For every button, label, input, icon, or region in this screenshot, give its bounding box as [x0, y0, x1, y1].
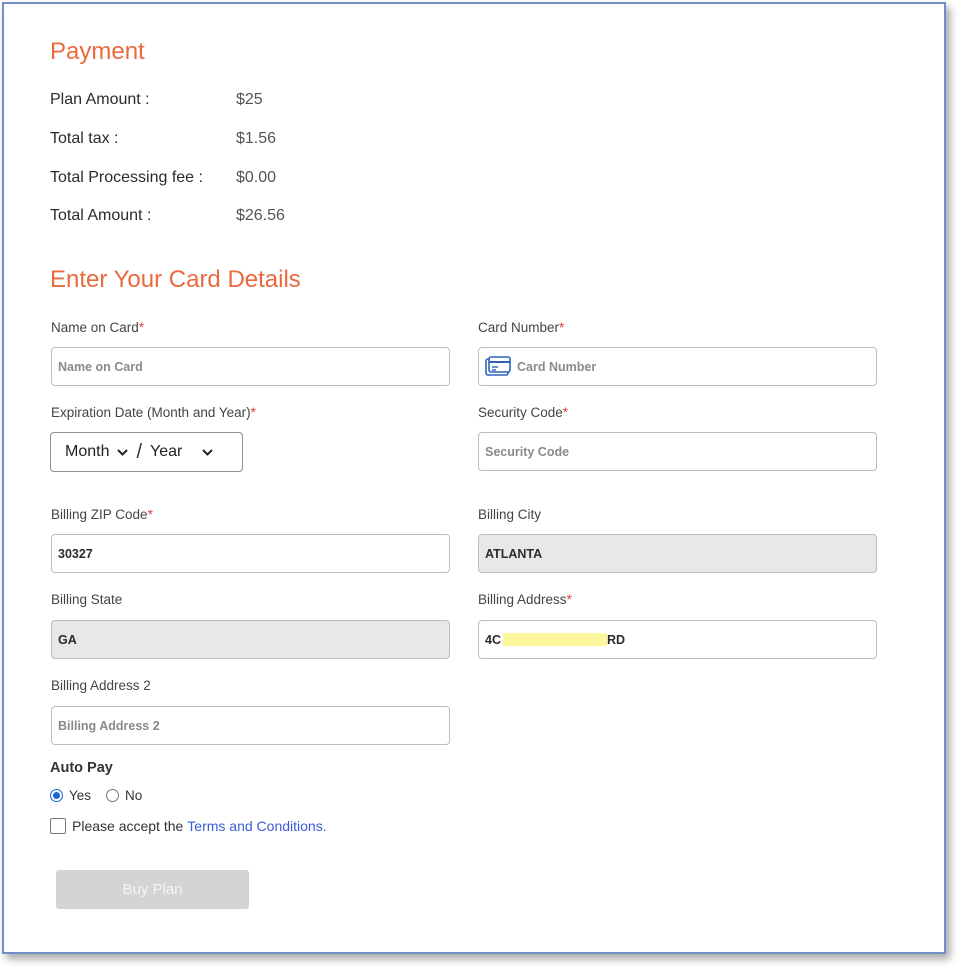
processing-fee-value: $0.00 — [236, 169, 277, 186]
auto-pay-yes-radio[interactable] — [50, 789, 63, 802]
auto-pay-no-radio[interactable] — [106, 789, 120, 802]
billing-zip-label-text: Billing ZIP Code — [51, 507, 148, 522]
required-mark: * — [147, 507, 153, 522]
security-code-label-text: Security Code — [478, 405, 563, 420]
total-amount-label: Total Amount : — [50, 207, 152, 224]
total-tax-label: Total tax : — [50, 130, 119, 147]
billing-address-input[interactable]: 4C RD — [478, 620, 877, 659]
security-code-label: Security Code* — [478, 405, 568, 420]
total-tax-row: Total tax : $1.56 — [50, 130, 276, 148]
auto-pay-title: Auto Pay — [50, 760, 113, 776]
required-mark: * — [559, 320, 565, 335]
billing-zip-input[interactable]: 30327 — [51, 534, 450, 573]
year-select[interactable]: Year — [150, 443, 214, 461]
security-code-placeholder: Security Code — [485, 444, 570, 459]
payment-title: Payment — [50, 38, 145, 65]
terms-row: Please accept the Terms and Conditions. — [50, 818, 327, 834]
auto-pay-options: Yes No — [50, 788, 142, 803]
security-code-input[interactable]: Security Code — [478, 432, 877, 471]
billing-address-2-placeholder: Billing Address 2 — [58, 718, 160, 733]
billing-address-label-text: Billing Address — [478, 592, 567, 607]
expiration-label: Expiration Date (Month and Year)* — [51, 405, 256, 420]
card-number-label-text: Card Number — [478, 320, 560, 335]
name-on-card-label: Name on Card* — [51, 320, 144, 335]
chevron-down-icon — [202, 448, 214, 456]
required-mark: * — [562, 405, 569, 420]
billing-city-label: Billing City — [478, 507, 542, 522]
card-number-input[interactable]: Card Number — [478, 347, 877, 386]
terms-checkbox[interactable] — [50, 818, 66, 834]
card-number-placeholder: Card Number — [517, 359, 597, 374]
expiration-label-text: Expiration Date (Month and Year) — [51, 405, 251, 420]
total-tax-value: $1.56 — [236, 130, 277, 147]
month-select-value: Month — [65, 443, 110, 460]
auto-pay-no-label[interactable]: No — [125, 788, 142, 803]
billing-address-prefix: 4C — [485, 632, 501, 647]
plan-amount-row: Plan Amount : $25 — [50, 91, 263, 109]
billing-state-label: Billing State — [51, 592, 123, 607]
terms-link[interactable]: Terms and Conditions. — [187, 818, 326, 834]
total-amount-row: Total Amount : $26.56 — [50, 207, 285, 225]
billing-address-2-label: Billing Address 2 — [51, 678, 151, 693]
name-on-card-placeholder: Name on Card — [58, 359, 143, 374]
name-on-card-input[interactable]: Name on Card — [51, 347, 450, 386]
required-mark: * — [250, 405, 256, 420]
billing-address-suffix: RD — [606, 632, 626, 647]
date-separator: / — [136, 440, 143, 463]
terms-text: Please accept the — [72, 818, 184, 834]
billing-address-2-input[interactable]: Billing Address 2 — [51, 706, 450, 745]
plan-amount-label: Plan Amount : — [50, 91, 150, 108]
total-amount-value: $26.56 — [236, 207, 285, 224]
buy-plan-button[interactable]: Buy Plan — [56, 870, 249, 909]
billing-address-label: Billing Address* — [478, 592, 572, 607]
year-select-value: Year — [150, 443, 183, 460]
name-on-card-label-text: Name on Card — [51, 320, 139, 335]
billing-state-value: GA — [58, 632, 77, 647]
billing-zip-label: Billing ZIP Code* — [51, 507, 153, 522]
auto-pay-yes-label[interactable]: Yes — [69, 788, 91, 803]
chevron-down-icon — [117, 448, 129, 456]
plan-amount-value: $25 — [236, 91, 263, 108]
card-number-label: Card Number* — [478, 320, 564, 335]
month-select[interactable]: Month — [65, 443, 129, 461]
billing-city-value: ATLANTA — [485, 546, 543, 561]
processing-fee-label: Total Processing fee : — [50, 169, 203, 186]
processing-fee-row: Total Processing fee : $0.00 — [50, 169, 276, 187]
required-mark: * — [566, 592, 572, 607]
billing-city-input[interactable]: ATLANTA — [478, 534, 877, 573]
expiration-date-picker: Month / Year — [50, 432, 243, 472]
card-details-title: Enter Your Card Details — [50, 266, 301, 293]
billing-zip-value: 30327 — [58, 546, 93, 561]
redaction-highlight — [502, 633, 607, 646]
required-mark: * — [138, 320, 145, 335]
credit-card-icon — [485, 355, 511, 376]
billing-state-input[interactable]: GA — [51, 620, 450, 659]
